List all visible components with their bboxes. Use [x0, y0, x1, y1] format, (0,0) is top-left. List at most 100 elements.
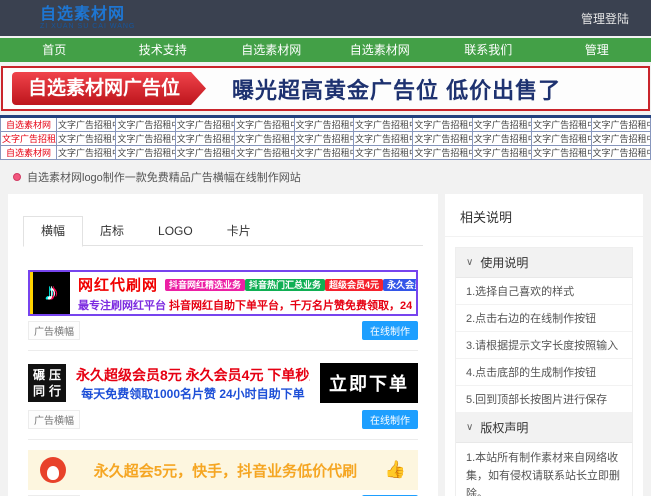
nav-item[interactable]: 技术支持	[109, 38, 218, 62]
text-ad-cell[interactable]: 文字广告招租中	[413, 117, 472, 132]
text-ad-row-label[interactable]: 自选素材网	[1, 146, 57, 160]
divider	[28, 350, 418, 351]
text-ad-cell[interactable]: 文字广告招租中	[116, 117, 175, 132]
text-ad-cell[interactable]: 文字广告招租中	[413, 146, 472, 160]
text-ad-cell[interactable]: 文字广告招租中	[472, 117, 531, 132]
notice-bar: 自选素材网logo制作一款免费精品广告横幅在线制作网站	[0, 160, 651, 190]
usage-step: 5.回到顶部长按图片进行保存	[456, 386, 632, 413]
site-logo[interactable]: 自选素材网 ZI XUAN SU CAI WANG	[40, 6, 135, 30]
text-ad-row: 自选素材网文字广告招租中文字广告招租中文字广告招租中文字广告招租中文字广告招租中…	[1, 146, 651, 160]
ad-banner-left-label: 自选素材网广告位	[12, 72, 206, 105]
banner2-headline: 永久超级会员8元 永久会员4元 下单秒刷	[76, 365, 310, 385]
usage-step: 2.点击右边的在线制作按钮	[456, 305, 632, 332]
banner-item: 碾压同行 永久超级会员8元 永久会员4元 下单秒刷 每天免费领取1000名片赞 …	[28, 361, 418, 429]
text-ad-cell[interactable]: 文字广告招租中	[353, 132, 412, 146]
banner2-content: 永久超级会员8元 永久会员4元 下单秒刷 每天免费领取1000名片赞 24小时自…	[76, 365, 310, 402]
thumbs-up-icon: 👍	[385, 460, 406, 480]
notice-icon	[13, 173, 21, 181]
text-ad-cell[interactable]: 文字广告招租中	[175, 117, 234, 132]
chevron-down-icon: ∨	[466, 257, 473, 268]
text-ad-cell[interactable]: 文字广告招租中	[353, 146, 412, 160]
banner3-headline: 永久超会5元，快手，抖音业务低价代刷	[76, 460, 375, 481]
sidebar-collapse: ∨ 使用说明 1.选择自己喜欢的样式2.点击右边的在线制作按钮3.请根据提示文字长度…	[455, 247, 633, 496]
nav-item[interactable]: 首页	[0, 38, 109, 62]
ad-banner-headline: 曝光超高黄金广告位 低价出售了	[232, 73, 561, 105]
banner2-subline: 每天免费领取1000名片赞 24小时自助下单	[76, 385, 310, 402]
order-now-button[interactable]: 立即下单	[320, 363, 418, 403]
ad-type-label: 广告横幅	[28, 410, 80, 429]
nav-item[interactable]: 自选素材网	[217, 38, 326, 62]
collapse-section-title[interactable]: ∨版权声明	[456, 413, 632, 443]
banner-image-vip[interactable]: 碾压同行 永久超级会员8元 永久会员4元 下单秒刷 每天免费领取1000名片赞 …	[28, 361, 418, 405]
banner1-content: 网红代刷网 抖音网红精选业务抖音热门汇总业务超级会员4元永久会员2元 最专注刷网…	[70, 272, 416, 314]
promo-pill: 抖音热门汇总业务	[245, 279, 325, 291]
banner-image-kuaishou[interactable]: 永久超会5元，快手，抖音业务低价代刷 👍	[28, 450, 418, 490]
text-ad-cell[interactable]: 文字广告招租中	[235, 117, 294, 132]
banner1-tagline: 抖音网红自助下单平台，千万名片赞免费领取，24小时自助下单！	[169, 297, 412, 313]
text-ad-cell[interactable]: 文字广告招租中	[472, 132, 531, 146]
logo-char: 压	[49, 368, 61, 383]
nav-item[interactable]: 自选素材网	[326, 38, 435, 62]
promo-pill: 抖音网红精选业务	[165, 279, 245, 291]
text-ad-cell[interactable]: 文字广告招租中	[235, 146, 294, 160]
text-ad-cell[interactable]: 文字广告招租中	[57, 146, 116, 160]
site-logo-subtitle: ZI XUAN SU CAI WANG	[40, 23, 135, 30]
text-ad-cell[interactable]: 文字广告招租中	[175, 132, 234, 146]
site-logo-title: 自选素材网	[40, 6, 135, 23]
chevron-down-icon: ∨	[466, 422, 473, 433]
top-header: 自选素材网 ZI XUAN SU CAI WANG 管理登陆	[0, 0, 651, 36]
tab-item[interactable]: LOGO	[141, 217, 210, 246]
text-ad-cell[interactable]: 文字广告招租中	[57, 132, 116, 146]
text-ad-cell[interactable]: 文字广告招租中	[294, 132, 353, 146]
text-ad-row-label[interactable]: 自选素材网	[1, 117, 57, 132]
collapse-section-title[interactable]: ∨ 使用说明	[456, 248, 632, 278]
make-online-button[interactable]: 在线制作	[362, 410, 418, 429]
text-ad-cell[interactable]: 文字广告招租中	[413, 132, 472, 146]
text-ad-cell[interactable]: 文字广告招租中	[591, 146, 650, 160]
logo-char: 行	[49, 384, 61, 399]
logo-char: 碾	[33, 368, 45, 383]
content-area: 横幅店标LOGO卡片 ♪ 网红代刷网 抖音网红精选业务抖音热门汇总业务超级会员4…	[0, 190, 651, 496]
collapse-section-label: 使用说明	[480, 254, 528, 271]
text-ad-cell[interactable]: 文字广告招租中	[235, 132, 294, 146]
promo-pill: 超级会员4元	[325, 279, 383, 291]
logo-char: 同	[33, 384, 45, 399]
banner-image-douyin[interactable]: ♪ 网红代刷网 抖音网红精选业务抖音热门汇总业务超级会员4元永久会员2元 最专注…	[28, 270, 418, 316]
make-online-button[interactable]: 在线制作	[362, 321, 418, 340]
tab-item[interactable]: 卡片	[210, 217, 268, 246]
text-ad-cell[interactable]: 文字广告招租中	[116, 146, 175, 160]
tab-item[interactable]: 横幅	[23, 216, 83, 247]
text-ad-cell[interactable]: 文字广告招租中	[294, 146, 353, 160]
copyright-paragraph: 1.本站所有制作素材来自网络收集，如有侵权请联系站长立即删除。	[456, 443, 632, 496]
text-ad-cell[interactable]: 文字广告招租中	[353, 117, 412, 132]
tab-item[interactable]: 店标	[83, 217, 141, 246]
admin-login-link[interactable]: 管理登陆	[581, 10, 629, 27]
notice-text[interactable]: 自选素材网logo制作一款免费精品广告横幅在线制作网站	[27, 169, 301, 185]
text-ad-cell[interactable]: 文字广告招租中	[175, 146, 234, 160]
text-ad-cell[interactable]: 文字广告招租中	[472, 146, 531, 160]
usage-step: 1.选择自己喜欢的样式	[456, 278, 632, 305]
text-ad-cell[interactable]: 文字广告招租中	[116, 132, 175, 146]
nav-item[interactable]: 联系我们	[434, 38, 543, 62]
banner1-subtitle: 最专注刷网红平台	[78, 297, 166, 313]
usage-step: 4.点击底部的生成制作按钮	[456, 359, 632, 386]
text-ad-cell[interactable]: 文字广告招租中	[57, 117, 116, 132]
nav-item[interactable]: 管理	[543, 38, 651, 62]
text-ad-cell[interactable]: 文字广告招租中	[532, 117, 591, 132]
page: 自选素材网 ZI XUAN SU CAI WANG 管理登陆 首页技术支持自选素…	[0, 0, 651, 496]
text-ad-cell[interactable]: 文字广告招租中	[591, 117, 650, 132]
ad-banner[interactable]: 自选素材网广告位 曝光超高黄金广告位 低价出售了	[1, 66, 650, 111]
text-ad-cell[interactable]: 文字广告招租中	[532, 132, 591, 146]
text-ad-table: 自选素材网文字广告招租中文字广告招租中文字广告招租中文字广告招租中文字广告招租中…	[0, 115, 651, 160]
tiktok-icon: ♪	[30, 272, 70, 314]
text-ad-row-label[interactable]: 文字广告招租中	[1, 132, 57, 146]
usage-step: 3.请根据提示文字长度按照输入	[456, 332, 632, 359]
promo-pill: 永久会员2元	[383, 279, 416, 291]
banner1-pills: 抖音网红精选业务抖音热门汇总业务超级会员4元永久会员2元	[165, 275, 416, 293]
main-panel: 横幅店标LOGO卡片 ♪ 网红代刷网 抖音网红精选业务抖音热门汇总业务超级会员4…	[8, 194, 438, 496]
banner1-title: 网红代刷网	[78, 274, 158, 295]
text-ad-cell[interactable]: 文字广告招租中	[591, 132, 650, 146]
text-ad-cell[interactable]: 文字广告招租中	[294, 117, 353, 132]
text-ad-cell[interactable]: 文字广告招租中	[532, 146, 591, 160]
sidebar-title: 相关说明	[445, 194, 643, 237]
